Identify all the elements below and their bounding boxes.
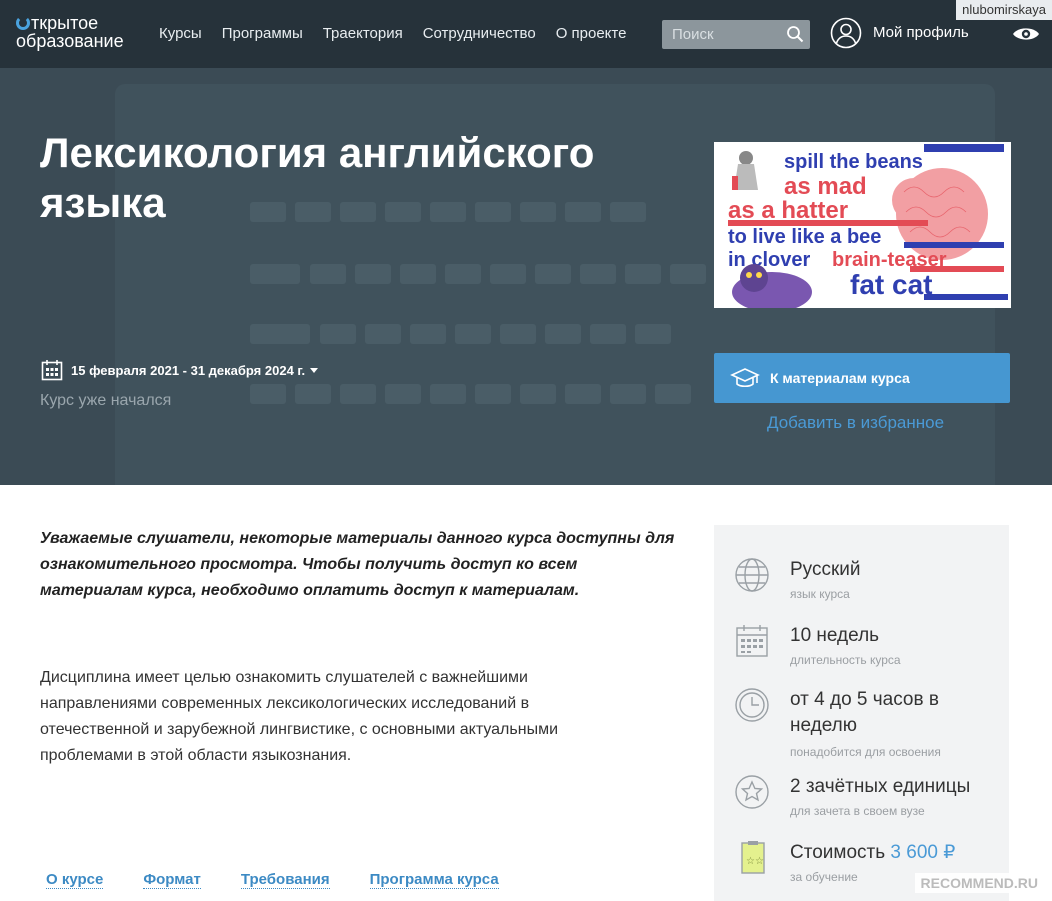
site-watermark: RECOMMEND.RU <box>914 873 1044 893</box>
site-logo[interactable]: ткрытое образование <box>16 14 124 50</box>
nav-trajectory[interactable]: Траектория <box>323 25 403 42</box>
payment-notice: Уважаемые слушатели, некоторые материалы… <box>40 530 675 599</box>
course-description: Дисциплина имеет целью ознакомить слушат… <box>40 669 558 764</box>
tab-about[interactable]: О курсе <box>46 871 104 889</box>
nav-cooperation[interactable]: Сотрудничество <box>423 25 536 42</box>
search-icon[interactable] <box>786 25 804 43</box>
top-navigation-bar: ткрытое образование Курсы Программы Трае… <box>0 0 1052 68</box>
course-materials-button-label: К материалам курса <box>770 370 910 386</box>
course-dates-dropdown[interactable]: 15 февраля 2021 - 31 декабря 2024 г. <box>71 363 319 378</box>
add-to-favorites-link[interactable]: Добавить в избранное <box>767 413 944 433</box>
user-avatar-icon[interactable] <box>830 17 862 49</box>
duration-value: 10 недель <box>790 625 880 646</box>
idiom-as-mad: as mad <box>784 173 867 200</box>
search-input[interactable] <box>662 20 782 49</box>
profile-link[interactable]: Мой профиль <box>873 24 969 41</box>
cost-caption: за обучение <box>790 870 858 884</box>
clock-icon <box>735 688 769 722</box>
logo-text-line2: образование <box>16 31 124 51</box>
logo-ring-icon <box>16 16 30 30</box>
nav-courses[interactable]: Курсы <box>159 25 202 42</box>
nav-about[interactable]: О проекте <box>556 25 627 42</box>
cost-label: Стоимость <box>790 842 886 863</box>
star-icon <box>735 775 769 809</box>
course-hero: Лексикология английского языка spill the… <box>0 68 1052 485</box>
calendar-icon <box>736 625 768 657</box>
course-title: Лексикология английского языка <box>40 129 595 226</box>
main-nav: Курсы Программы Траектория Сотрудничеств… <box>159 25 626 42</box>
duration-caption: длительность курса <box>790 653 901 667</box>
username-watermark: nlubomirskaya <box>956 0 1052 20</box>
graduation-cap-icon <box>730 368 760 388</box>
nav-programs[interactable]: Программы <box>222 25 303 42</box>
chevron-down-icon <box>310 368 319 373</box>
calendar-icon <box>41 360 63 381</box>
language-caption: язык курса <box>790 587 850 601</box>
english-idioms-illustration: spill the beans as mad as a hatter to li… <box>714 142 1011 308</box>
tab-program[interactable]: Программа курса <box>369 871 499 889</box>
idiom-fat-cat: fat cat <box>850 269 932 300</box>
course-status: Курс уже начался <box>40 392 172 409</box>
language-value: Русский <box>790 559 861 580</box>
credits-value: 2 зачётных единицы <box>790 776 971 797</box>
accessibility-eye-icon[interactable] <box>1012 25 1040 43</box>
idiom-brain-teaser: brain-teaser <box>832 249 947 271</box>
cost-price: 3 600 ₽ <box>890 842 956 863</box>
course-facts-sidebar: Русский язык курса 10 недель длительност… <box>714 525 1009 901</box>
effort-value: от 4 до 5 часов в неделю <box>790 689 939 736</box>
logo-text-line1: ткрытое <box>31 13 99 33</box>
svg-text:☆☆: ☆☆ <box>746 856 764 867</box>
idiom-as-a-hatter: as a hatter <box>728 197 848 224</box>
globe-icon <box>735 558 769 592</box>
course-dates-text: 15 февраля 2021 - 31 декабря 2024 г. <box>71 363 306 378</box>
cost-value: Стоимость 3 600 ₽ <box>790 840 1000 866</box>
tab-requirements[interactable]: Требования <box>240 871 330 889</box>
idiom-spill-the-beans: spill the beans <box>784 151 923 173</box>
credits-caption: для зачета в своем вузе <box>790 804 925 818</box>
idiom-live-like-a-bee: to live like a bee <box>728 226 881 248</box>
price-tag-icon: ☆☆ <box>741 841 765 874</box>
course-materials-button[interactable]: К материалам курса <box>714 353 1010 403</box>
search-box <box>662 20 810 49</box>
tab-format[interactable]: Формат <box>143 871 201 889</box>
effort-caption: понадобится для освоения <box>790 745 941 759</box>
course-cover-image: spill the beans as mad as a hatter to li… <box>714 142 1011 308</box>
course-section-tabs: О курсе Формат Требования Программа курс… <box>46 871 499 889</box>
idiom-in-clover: in clover <box>728 249 810 271</box>
